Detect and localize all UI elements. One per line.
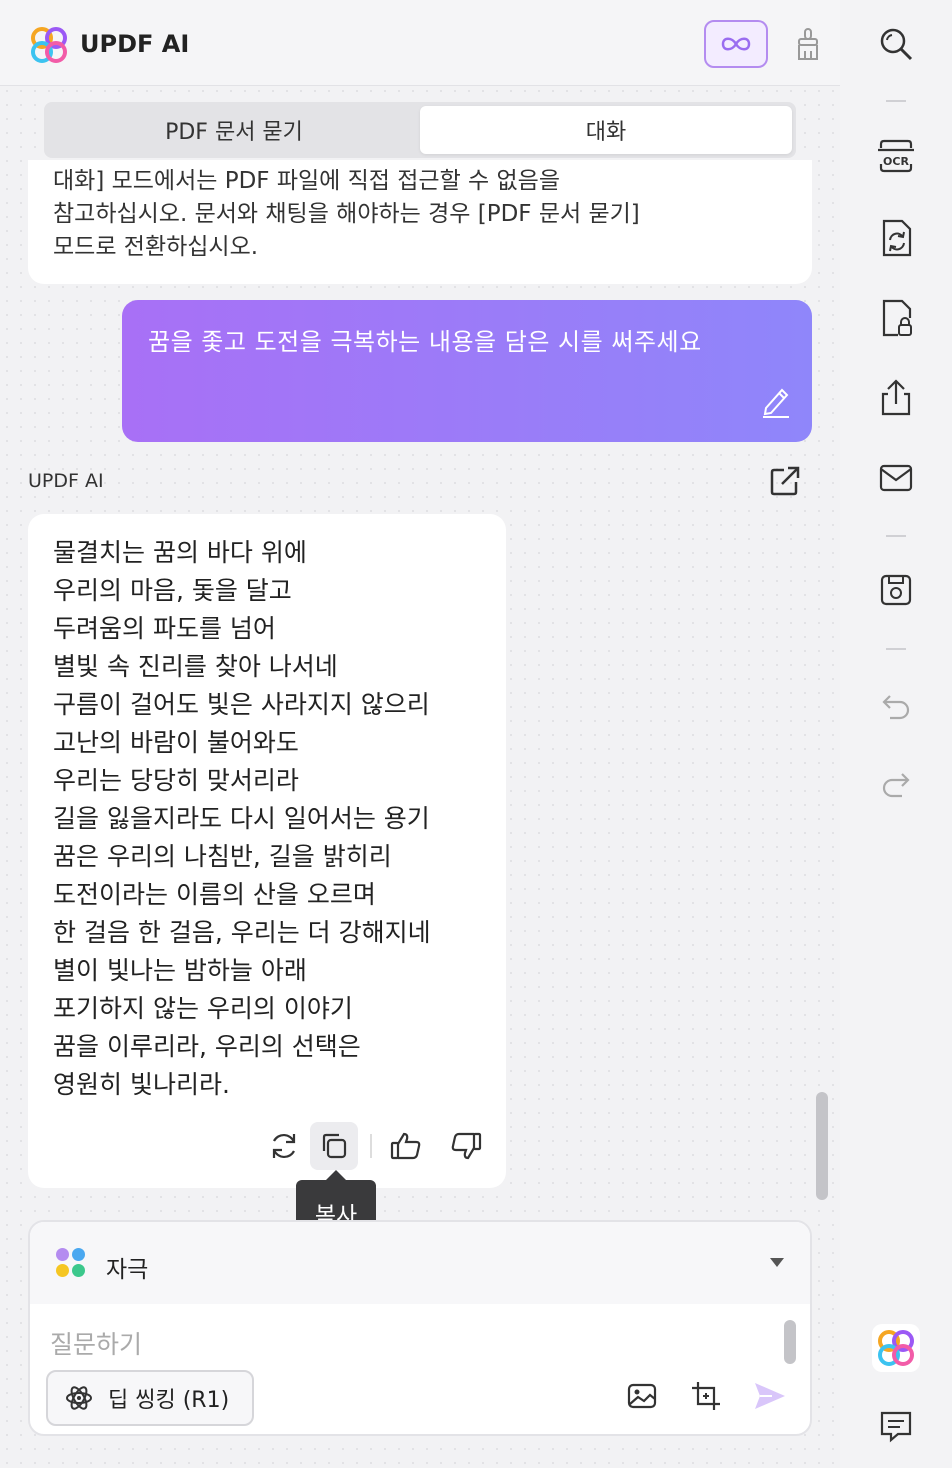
poem-line: 꿈은 우리의 나침반, 길을 밝히리 (53, 842, 392, 871)
question-input[interactable] (50, 1324, 770, 1364)
infinity-button[interactable] (704, 20, 768, 68)
protect-icon[interactable] (876, 298, 916, 338)
export-icon[interactable] (768, 464, 802, 498)
thumbs-down-button[interactable] (442, 1122, 490, 1170)
thumbs-up-icon (390, 1132, 421, 1160)
ai-message-bubble: 물결치는 꿈의 바다 위에 우리의 마음, 돛을 달고 두려움의 파도를 넘어 … (28, 514, 506, 1188)
atom-icon (66, 1386, 92, 1410)
edit-icon[interactable] (760, 384, 792, 418)
save-icon[interactable] (876, 570, 916, 610)
image-upload-icon[interactable] (626, 1380, 658, 1412)
screenshot-icon[interactable] (690, 1380, 722, 1412)
mail-icon[interactable] (876, 458, 916, 498)
sidebar-divider (886, 100, 906, 102)
previous-ai-line: 대화] 모드에서는 PDF 파일에 직접 접근할 수 없음을 (53, 168, 561, 194)
composer: 자극 딥 씽킹 (R1) (28, 1220, 812, 1436)
search-icon[interactable] (876, 24, 916, 64)
comment-icon[interactable] (876, 1406, 916, 1446)
prompt-label: 자극 (106, 1257, 149, 1283)
poem-line: 우리는 당당히 맞서리라 (53, 766, 299, 795)
message-actions (260, 1122, 496, 1170)
poem-line: 별빛 속 진리를 찾아 나서네 (53, 652, 338, 681)
prompt-icon (56, 1248, 86, 1278)
refresh-icon (272, 1133, 296, 1159)
poem-line: 두려움의 파도를 넘어 (53, 614, 276, 643)
poem-line: 꿈을 이루리라, 우리의 선택은 (53, 1032, 361, 1061)
previous-ai-message: 대화] 모드에서는 PDF 파일에 직접 접근할 수 없음을 참고하십시오. 문… (28, 160, 812, 284)
poem-line: 물결치는 꿈의 바다 위에 (53, 538, 307, 567)
updf-ai-icon (878, 1330, 914, 1366)
deep-thinking-button[interactable]: 딥 씽킹 (R1) (46, 1370, 254, 1426)
previous-ai-line: 참고하십시오. 문서와 채팅을 해야하는 경우 [PDF 문서 묻기] (53, 201, 640, 227)
user-message-text: 꿈을 좇고 도전을 극복하는 내용을 담은 시를 써주세요 (148, 328, 702, 356)
poem-line: 별이 빛나는 밤하늘 아래 (53, 956, 307, 985)
prompt-selector[interactable]: 자극 (30, 1222, 810, 1304)
poem-line: 고난의 바람이 불어와도 (53, 728, 299, 757)
copy-icon (322, 1133, 347, 1159)
convert-icon[interactable] (876, 218, 916, 258)
user-message-bubble: 꿈을 좇고 도전을 극복하는 내용을 담은 시를 써주세요 (122, 300, 812, 442)
send-icon[interactable] (752, 1378, 788, 1414)
deep-thinking-label: 딥 씽킹 (R1) (108, 1388, 230, 1413)
poem-line: 구름이 걸어도 빛은 사라지지 않으리 (53, 690, 430, 719)
regenerate-button[interactable] (260, 1122, 308, 1170)
sidebar-divider (886, 535, 906, 537)
tab-pdf-ask[interactable]: PDF 문서 묻기 (48, 106, 420, 154)
updf-ai-button[interactable] (872, 1324, 920, 1372)
poem-line: 우리의 마음, 돛을 달고 (53, 576, 292, 605)
ai-sender-label: UPDF AI (28, 470, 104, 492)
svg-text:OCR: OCR (883, 155, 909, 168)
chat-scrollbar[interactable] (816, 1092, 828, 1200)
undo-icon[interactable] (876, 686, 916, 726)
composer-scrollbar[interactable] (784, 1320, 796, 1364)
thumbs-up-button[interactable] (382, 1122, 430, 1170)
action-divider (370, 1134, 372, 1158)
app-title: UPDF AI (80, 30, 190, 58)
tab-chat[interactable]: 대화 (420, 106, 792, 154)
copy-button[interactable] (310, 1122, 358, 1170)
clear-chat-button[interactable] (790, 24, 826, 64)
chevron-down-icon (770, 1258, 784, 1267)
poem-line: 포기하지 않는 우리의 이야기 (53, 994, 353, 1023)
poem-line: 한 걸음 한 걸음, 우리는 더 강해지네 (53, 918, 431, 947)
thumbs-down-icon (451, 1132, 482, 1160)
redo-icon[interactable] (876, 764, 916, 804)
mode-tabs: PDF 문서 묻기 대화 (44, 102, 796, 158)
infinity-icon (721, 37, 751, 51)
poem-line: 도전이라는 이름의 산을 오르며 (53, 880, 376, 909)
brush-icon (798, 28, 818, 60)
updf-logo-icon (30, 26, 68, 64)
header: UPDF AI (0, 0, 840, 86)
right-sidebar: OCR (840, 0, 952, 1468)
poem-line: 영원히 빛나리라. (53, 1070, 230, 1099)
share-icon[interactable] (876, 378, 916, 418)
previous-ai-line: 모드로 전환하십시오. (53, 234, 259, 260)
poem-text: 물결치는 꿈의 바다 위에 우리의 마음, 돛을 달고 두려움의 파도를 넘어 … (53, 534, 431, 1104)
sidebar-divider (886, 648, 906, 650)
chat-panel: UPDF AI PDF 문서 묻기 대화 대화] 모드에서는 PDF 파일에 직… (0, 0, 840, 1468)
ocr-icon[interactable]: OCR (876, 136, 916, 176)
poem-line: 길을 잃을지라도 다시 일어서는 용기 (53, 804, 430, 833)
